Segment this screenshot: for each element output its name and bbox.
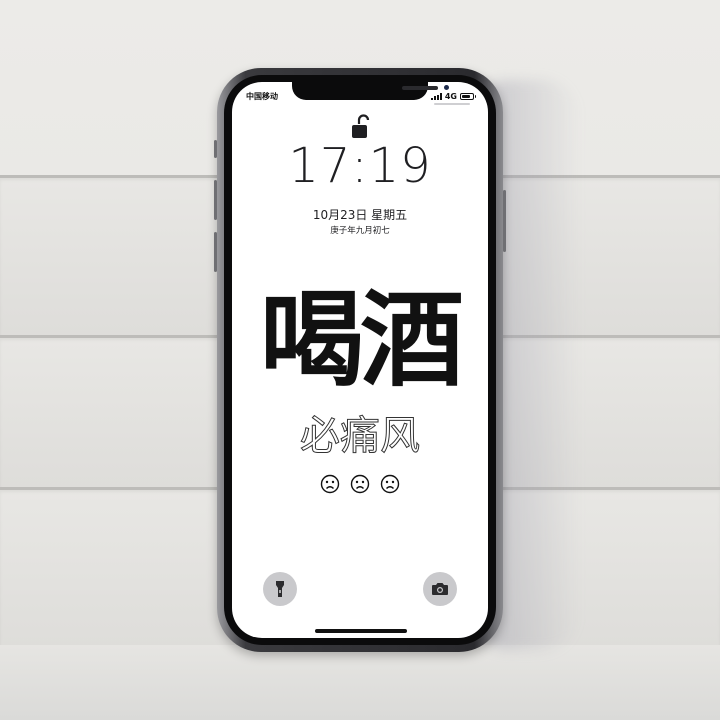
camera-button[interactable] [423, 572, 457, 606]
volume-up-button [214, 180, 217, 220]
signal-icon [430, 92, 442, 100]
volume-down-button [214, 232, 217, 272]
wallpaper-subline: 必痛风 [300, 413, 421, 459]
lock-date: 10月23日 星期五 [312, 208, 408, 222]
lock-screen: 中国移动 4G 17:19 10月23日 星期五 庚子年九月初七 喝酒 必痛风 [232, 82, 488, 638]
notch [292, 82, 449, 100]
control-center-indicator[interactable] [434, 103, 470, 105]
sad-face-icon [320, 474, 340, 494]
mute-switch [214, 140, 217, 158]
lock-time: 17:19 [288, 138, 432, 194]
lunar-date: 庚子年九月初七 [330, 226, 390, 236]
floor [0, 645, 720, 720]
network-label: 4G [444, 91, 457, 101]
sad-faces-row [232, 474, 488, 494]
flashlight-icon [276, 581, 284, 597]
sad-face-icon [350, 474, 370, 494]
home-indicator[interactable] [315, 629, 407, 633]
front-camera [444, 85, 449, 90]
status-indicators: 4G [430, 91, 476, 101]
flashlight-button[interactable] [263, 572, 297, 606]
battery-icon [460, 92, 476, 100]
wallpaper-headline: 喝酒 [259, 279, 464, 401]
battery-level [462, 94, 470, 98]
sad-face-icon [380, 474, 400, 494]
earpiece-speaker [402, 86, 438, 90]
side-button [503, 190, 506, 252]
unlocked-padlock-icon [351, 114, 371, 140]
camera-icon [432, 583, 448, 595]
carrier-label: 中国移动 [246, 92, 278, 101]
